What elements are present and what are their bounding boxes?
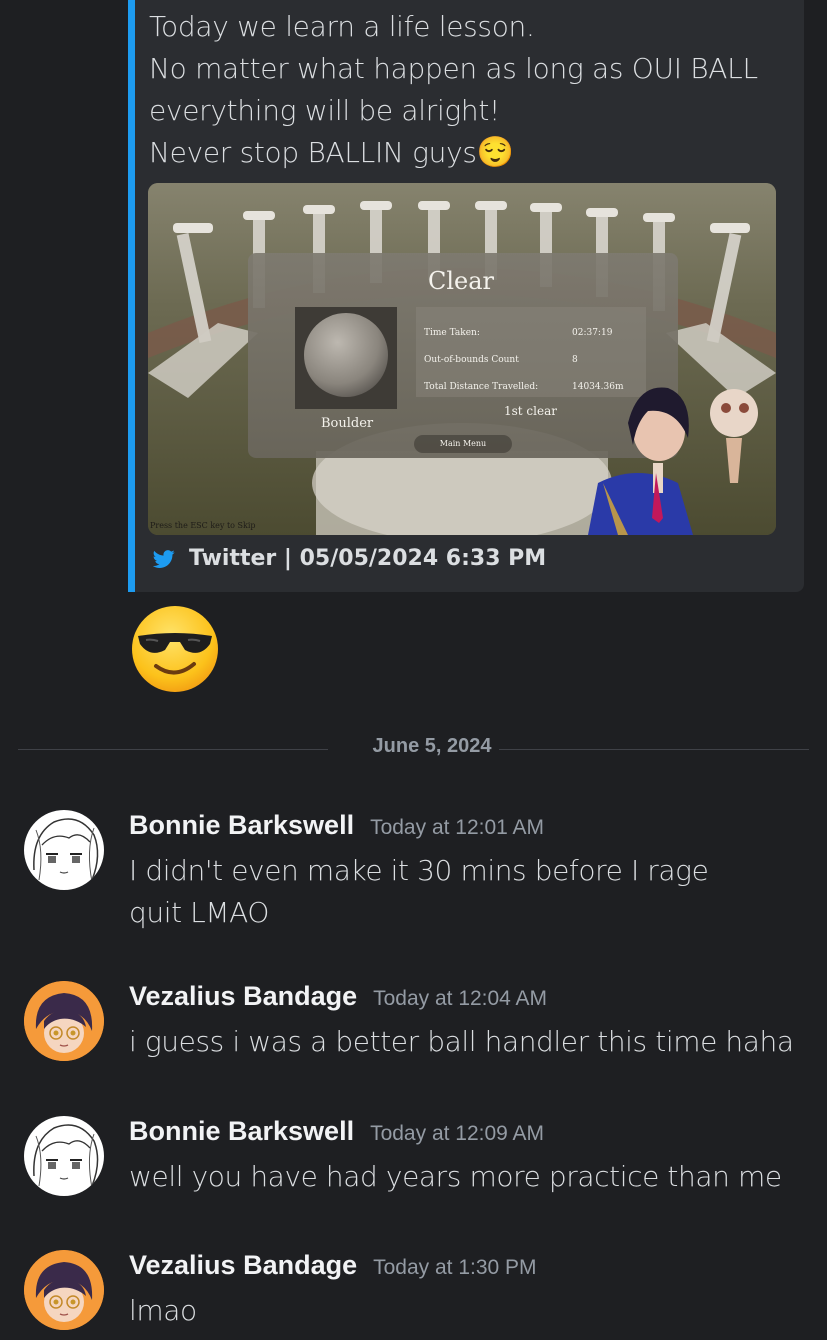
divider-line-left <box>18 749 328 750</box>
embed-line-text: Never stop BALLIN guys <box>149 136 477 169</box>
embed-line: everything will be alright! <box>149 94 500 127</box>
embed-media-image[interactable]: Clear Boulder Time Taken: 02:37:19 Out-o… <box>148 183 776 535</box>
avatar[interactable] <box>24 1250 104 1330</box>
message[interactable]: Bonnie Barkswell Today at 12:09 AM well … <box>0 1116 827 1196</box>
embed-line: Today we learn a life lesson. <box>149 10 535 43</box>
sunglasses-emoji <box>132 606 218 692</box>
stat-label: Out-of-bounds Count <box>424 355 519 365</box>
media-item-name: Boulder <box>321 416 374 431</box>
media-result-title: Clear <box>428 267 495 295</box>
media-stat-row: Out-of-bounds Count 8 <box>424 347 642 374</box>
twitter-bird-icon <box>153 549 175 568</box>
date-divider: June 5, 2024 <box>18 735 809 757</box>
message[interactable]: Vezalius Bandage Today at 1:30 PM lmao <box>0 1250 827 1330</box>
stat-label: Time Taken: <box>424 328 480 338</box>
message-content: i guess i was a better ball handler this… <box>129 1025 794 1058</box>
embed-description: Today we learn a life lesson. No matter … <box>149 6 789 174</box>
message-header: Bonnie Barkswell Today at 12:09 AM <box>129 1116 544 1147</box>
avatar[interactable] <box>24 981 104 1061</box>
divider-line-right <box>499 749 809 750</box>
media-clear-text: 1st clear <box>504 404 557 418</box>
embed-line: No matter what happen as long as OUI BAL… <box>149 52 758 85</box>
timestamp: Today at 12:09 AM <box>370 1122 545 1145</box>
embed-footer: Twitter | 05/05/2024 6:33 PM <box>153 546 546 571</box>
username[interactable]: Bonnie Barkswell <box>129 1116 354 1147</box>
message-content: I didn't even make it 30 mins before I r… <box>129 854 709 929</box>
embed-line-last: Never stop BALLIN guys😌 <box>149 132 789 174</box>
timestamp: Today at 12:01 AM <box>370 816 545 839</box>
avatar[interactable] <box>24 810 104 890</box>
message-header: Vezalius Bandage Today at 1:30 PM <box>129 1250 537 1281</box>
stat-value: 14034.36m <box>572 382 624 392</box>
username[interactable]: Vezalius Bandage <box>129 981 357 1012</box>
tweet-embed[interactable]: Today we learn a life lesson. No matter … <box>128 0 804 592</box>
stat-label: Total Distance Travelled: <box>424 382 539 392</box>
message-header: Vezalius Bandage Today at 12:04 AM <box>129 981 547 1012</box>
username[interactable]: Bonnie Barkswell <box>129 810 354 841</box>
stat-value: 8 <box>572 355 578 365</box>
media-stat-row: Total Distance Travelled: 14034.36m <box>424 374 642 401</box>
message[interactable]: Bonnie Barkswell Today at 12:01 AM I did… <box>0 810 827 930</box>
media-stat-list: Time Taken: 02:37:19 Out-of-bounds Count… <box>424 320 642 401</box>
message-content: well you have had years more practice th… <box>129 1160 782 1193</box>
embed-accent-bar <box>128 0 135 592</box>
timestamp: Today at 12:04 AM <box>373 987 548 1010</box>
media-skip-hint: Press the ESC key to Skip <box>150 521 256 530</box>
timestamp: Today at 1:30 PM <box>373 1256 537 1279</box>
relieved-emoji: 😌 <box>476 135 514 170</box>
stat-value: 02:37:19 <box>572 328 613 338</box>
media-main-menu-button: Main Menu <box>439 439 487 448</box>
message[interactable]: Vezalius Bandage Today at 12:04 AM i gue… <box>0 981 827 1061</box>
avatar[interactable] <box>24 1116 104 1196</box>
message-header: Bonnie Barkswell Today at 12:01 AM <box>129 810 544 841</box>
message-content: lmao <box>129 1294 197 1327</box>
embed-footer-text: Twitter | 05/05/2024 6:33 PM <box>189 546 547 571</box>
divider-date: June 5, 2024 <box>372 735 492 757</box>
media-stat-row: Time Taken: 02:37:19 <box>424 320 642 347</box>
username[interactable]: Vezalius Bandage <box>129 1250 357 1281</box>
